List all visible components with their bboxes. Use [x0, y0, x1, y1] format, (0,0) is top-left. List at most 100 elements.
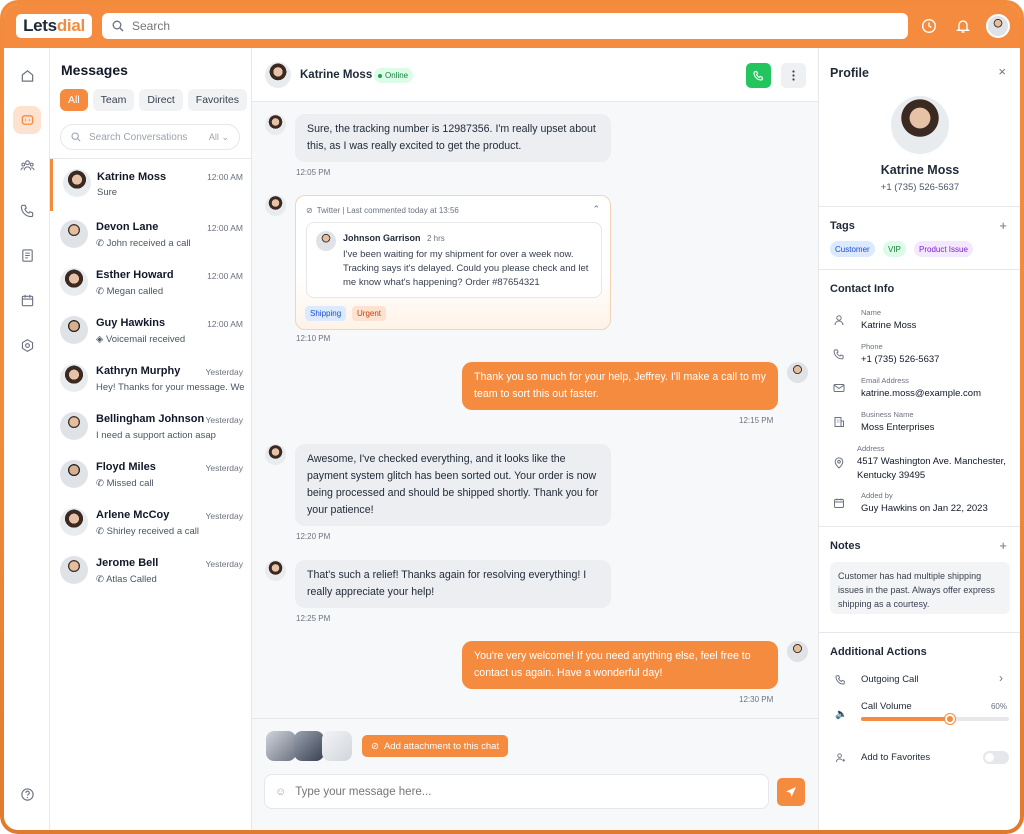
attachment-thumbnail[interactable] [322, 731, 352, 761]
add-note-icon[interactable]: + [999, 538, 1007, 553]
add-attachment-button[interactable]: ⊘ Add attachment to this chat [362, 735, 509, 757]
tag-vip[interactable]: VIP [883, 241, 906, 257]
conversation-item[interactable]: Esther Howard 12:00 AM ✆ Megan called [50, 259, 251, 307]
conversation-item[interactable]: Arlene McCoy Yesterday ✆ Shirley receive… [50, 499, 251, 547]
filter-all[interactable]: All [60, 89, 88, 111]
attachment-bar: ⊘ Add attachment to this chat [252, 718, 818, 764]
conversation-search[interactable]: Search Conversations All ⌄ [60, 124, 240, 150]
volume-icon: 🔈 [835, 709, 848, 720]
conversation-item[interactable]: Devon Lane 12:00 AM ✆ John received a ca… [50, 211, 251, 259]
conversation-preview-text: John received a call [106, 238, 191, 249]
attachment-thumbnail[interactable] [266, 731, 296, 761]
message-time: 12:10 PM [296, 334, 331, 343]
conversation-search-placeholder: Search Conversations [89, 131, 188, 143]
message-time: 12:20 PM [296, 532, 331, 541]
emoji-icon[interactable]: ☺ [275, 786, 286, 798]
message-time: 12:15 PM [739, 416, 774, 425]
contact-value[interactable]: katrine.moss@example.com [861, 387, 1020, 401]
filter-team[interactable]: Team [92, 89, 135, 111]
conversation-item[interactable]: Floyd Miles Yesterday ✆ Missed call [50, 451, 251, 499]
conversation-name: Bellingham Johnson [96, 413, 205, 425]
phone-icon: ✆ [96, 286, 104, 297]
contact-info-section: Contact Info Name Katrine Moss Phone +1 … [819, 269, 1020, 525]
status-badge: Online [374, 68, 414, 83]
tag-urgent[interactable]: Urgent [352, 306, 387, 321]
building-icon [834, 417, 844, 427]
chat-header: Katrine Moss Online [252, 48, 818, 102]
contact-avatar[interactable] [265, 62, 291, 88]
conversation-preview-text: Shirley received a call [106, 526, 200, 537]
message-input-box[interactable]: ☺ [264, 774, 769, 809]
profile-phone: +1 (735) 526-5637 [880, 182, 960, 193]
phone-icon[interactable] [13, 196, 41, 224]
home-icon[interactable] [13, 61, 41, 89]
global-search-input[interactable] [132, 19, 892, 33]
conversation-item[interactable]: Guy Hawkins 12:00 AM ◈ Voicemail receive… [50, 307, 251, 355]
avatar [60, 316, 88, 344]
global-search[interactable] [102, 13, 908, 39]
conversation-item[interactable]: Bellingham Johnson Yesterday I need a su… [50, 403, 251, 451]
conversation-item[interactable]: Jerome Bell Yesterday ✆ Atlas Called [50, 547, 251, 595]
chevron-down-icon: ⌄ [221, 131, 229, 142]
conversation-item[interactable]: Katrine Moss 12:00 AM Sure [50, 159, 251, 211]
chevron-right-icon: › [999, 671, 1003, 685]
conversation-preview: Hey! Thanks for your message. We [96, 382, 244, 393]
filter-favorites[interactable]: Favorites [187, 89, 247, 111]
calendar-icon[interactable] [13, 286, 41, 314]
logo[interactable]: Lets dial [16, 14, 92, 38]
additional-actions-section: Additional Actions Outgoing Call › 🔈 Cal… [819, 632, 1020, 830]
more-options-button[interactable] [781, 63, 806, 88]
favorites-toggle[interactable] [983, 751, 1009, 764]
tag-customer[interactable]: Customer [830, 241, 875, 257]
conversation-preview-text: Missed call [106, 478, 154, 489]
call-volume-handle[interactable] [944, 714, 955, 724]
contact-label: Added by [861, 491, 893, 500]
profile-panel: Profile × Katrine Moss +1 (735) 526-5637… [818, 48, 1020, 830]
social-comment-card[interactable]: ⊘ Twitter | Last commented today at 13:56… [295, 195, 611, 330]
tag-product-issue[interactable]: Product Issue [914, 241, 973, 257]
message-bubble: You're very welcome! If you need anythin… [462, 641, 778, 689]
card-source-text: Twitter | Last commented today at 13:56 [316, 206, 459, 215]
chevron-up-icon[interactable]: ⌃ [592, 204, 600, 215]
comment-text: I've been waiting for my shipment for ov… [343, 249, 589, 288]
conversation-filter-dropdown[interactable]: All ⌄ [209, 132, 229, 143]
user-avatar[interactable] [986, 14, 1010, 38]
send-button[interactable] [777, 778, 805, 806]
conversation-preview: I need a support action asap [96, 430, 216, 441]
conversation-time: Yesterday [205, 559, 244, 569]
conversation-name: Katrine Moss [97, 171, 167, 183]
messages-icon[interactable] [13, 106, 41, 134]
conversation-name: Kathryn Murphy [96, 365, 181, 377]
tags-title: Tags [830, 220, 855, 232]
conversation-preview-text: Atlas Called [106, 574, 157, 585]
call-button[interactable] [746, 63, 771, 88]
send-icon [786, 787, 796, 797]
note-text: Customer has had multiple shipping issue… [830, 562, 1010, 614]
clock-icon[interactable] [919, 16, 939, 36]
message-avatar [265, 114, 286, 135]
close-icon[interactable]: × [998, 64, 1006, 79]
filter-direct[interactable]: Direct [139, 89, 183, 111]
conversation-name: Esther Howard [96, 269, 174, 281]
call-volume-slider[interactable] [861, 714, 1009, 724]
conversation-item[interactable]: Kathryn Murphy Yesterday Hey! Thanks for… [50, 355, 251, 403]
tag-shipping[interactable]: Shipping [305, 306, 347, 321]
help-icon[interactable] [13, 780, 41, 808]
bell-icon[interactable] [953, 16, 973, 36]
avatar [316, 231, 336, 251]
attachment-thumbnail[interactable] [294, 731, 324, 761]
chat-contact-name: Katrine Moss [300, 69, 373, 81]
contacts-icon[interactable] [13, 151, 41, 179]
more-vertical-icon [792, 70, 795, 81]
settings-icon[interactable] [13, 331, 41, 359]
notes-icon[interactable] [13, 241, 41, 269]
avatar [60, 460, 88, 488]
search-icon [71, 132, 81, 142]
status-text: Online [385, 71, 409, 80]
contact-value: 4517 Washington Ave. Manchester, Kentuck… [857, 456, 1006, 481]
message-input[interactable] [295, 785, 756, 798]
contact-value: Guy Hawkins on Jan 22, 2023 [861, 503, 988, 514]
comment-author: Johnson Garrison [343, 233, 421, 243]
add-tag-icon[interactable]: + [999, 218, 1007, 233]
outgoing-call-row[interactable]: Outgoing Call › [819, 669, 1020, 691]
